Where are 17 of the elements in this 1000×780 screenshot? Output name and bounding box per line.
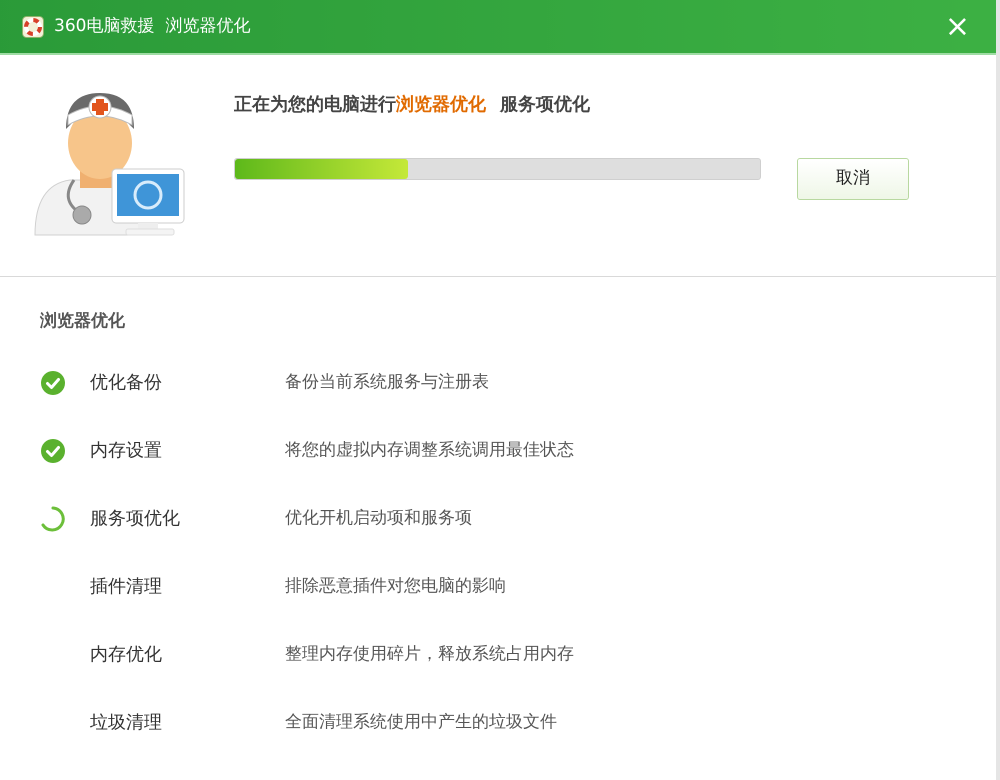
task-name: 服务项优化	[90, 507, 181, 531]
status-message: 正在为您的电脑进行浏览器优化 服务项优化	[234, 93, 591, 117]
task-description: 将您的虚拟内存调整系统调用最佳状态	[285, 438, 574, 462]
task-description: 优化开机启动项和服务项	[285, 506, 472, 530]
task-description: 排除恶意插件对您电脑的影响	[285, 574, 506, 598]
task-name: 优化备份	[90, 371, 163, 395]
window-title: 360电脑救援 浏览器优化	[54, 14, 250, 38]
section-title: 浏览器优化	[40, 310, 126, 333]
task-description: 备份当前系统服务与注册表	[285, 370, 489, 394]
task-description: 整理内存使用碎片，释放系统占用内存	[285, 642, 574, 666]
task-name: 内存优化	[90, 643, 163, 667]
lifebuoy-icon	[22, 16, 44, 38]
task-description: 全面清理系统使用中产生的垃圾文件	[285, 710, 557, 734]
task-name: 内存设置	[90, 439, 163, 463]
cancel-button[interactable]: 取消	[797, 158, 909, 200]
task-name: 插件清理	[90, 575, 163, 599]
task-name: 垃圾清理	[90, 711, 163, 735]
